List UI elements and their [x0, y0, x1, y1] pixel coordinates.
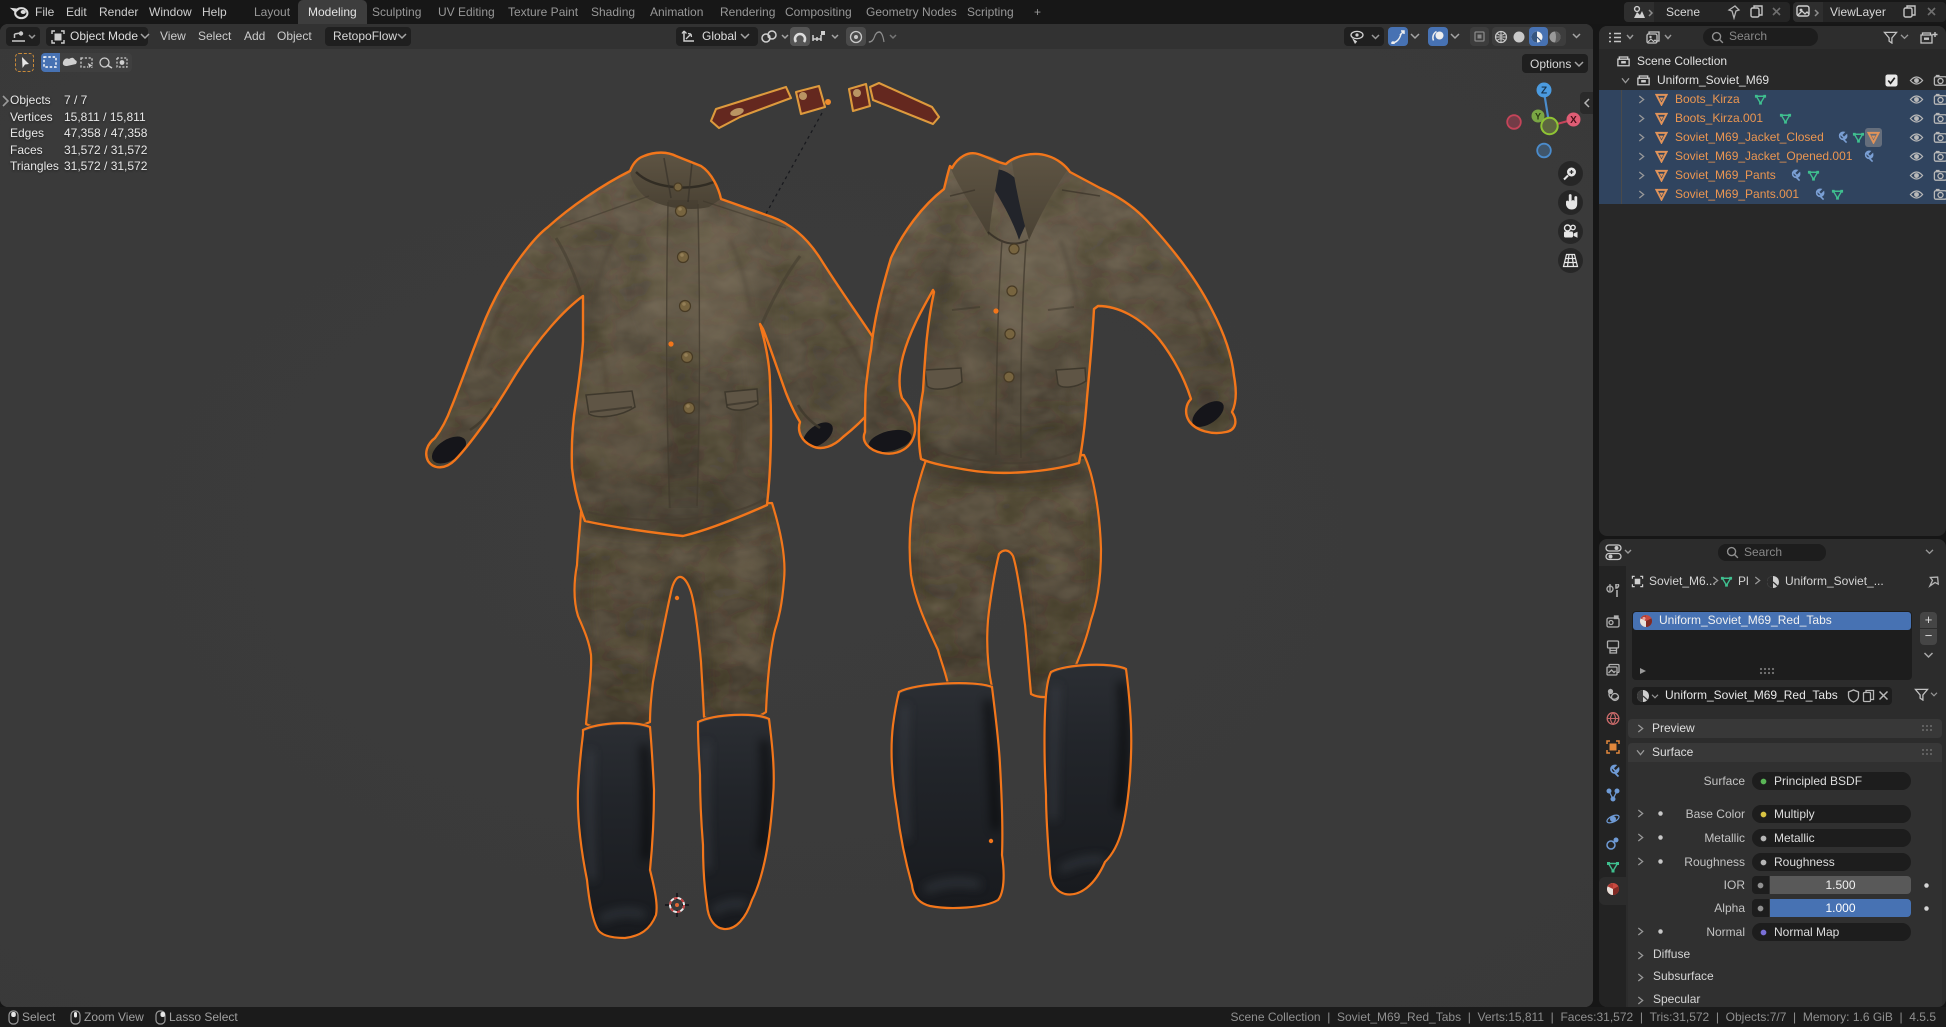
svg-text:X: X	[1570, 115, 1577, 126]
svg-text:Y: Y	[1535, 112, 1541, 122]
svg-text:Z: Z	[1541, 86, 1547, 97]
